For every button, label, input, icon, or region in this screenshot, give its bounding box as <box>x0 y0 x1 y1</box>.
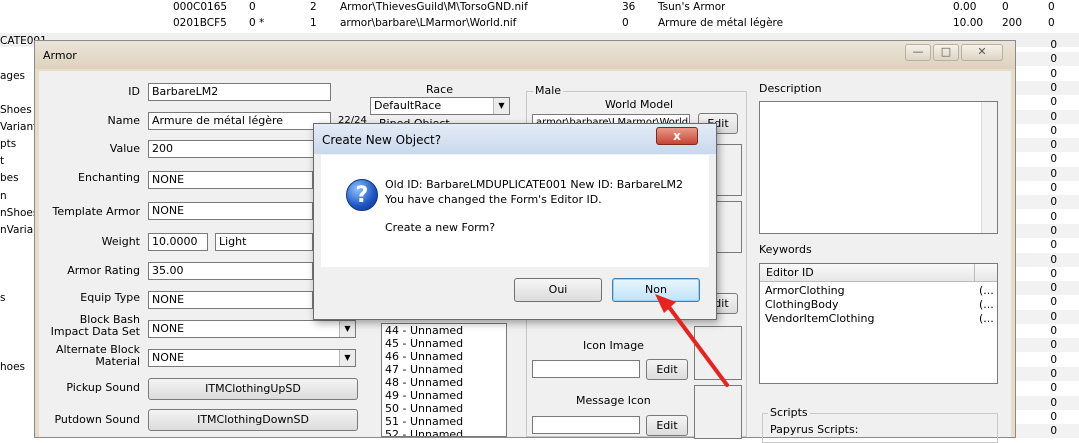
annotation-arrow <box>655 294 729 387</box>
arrow-shaft <box>664 301 729 387</box>
